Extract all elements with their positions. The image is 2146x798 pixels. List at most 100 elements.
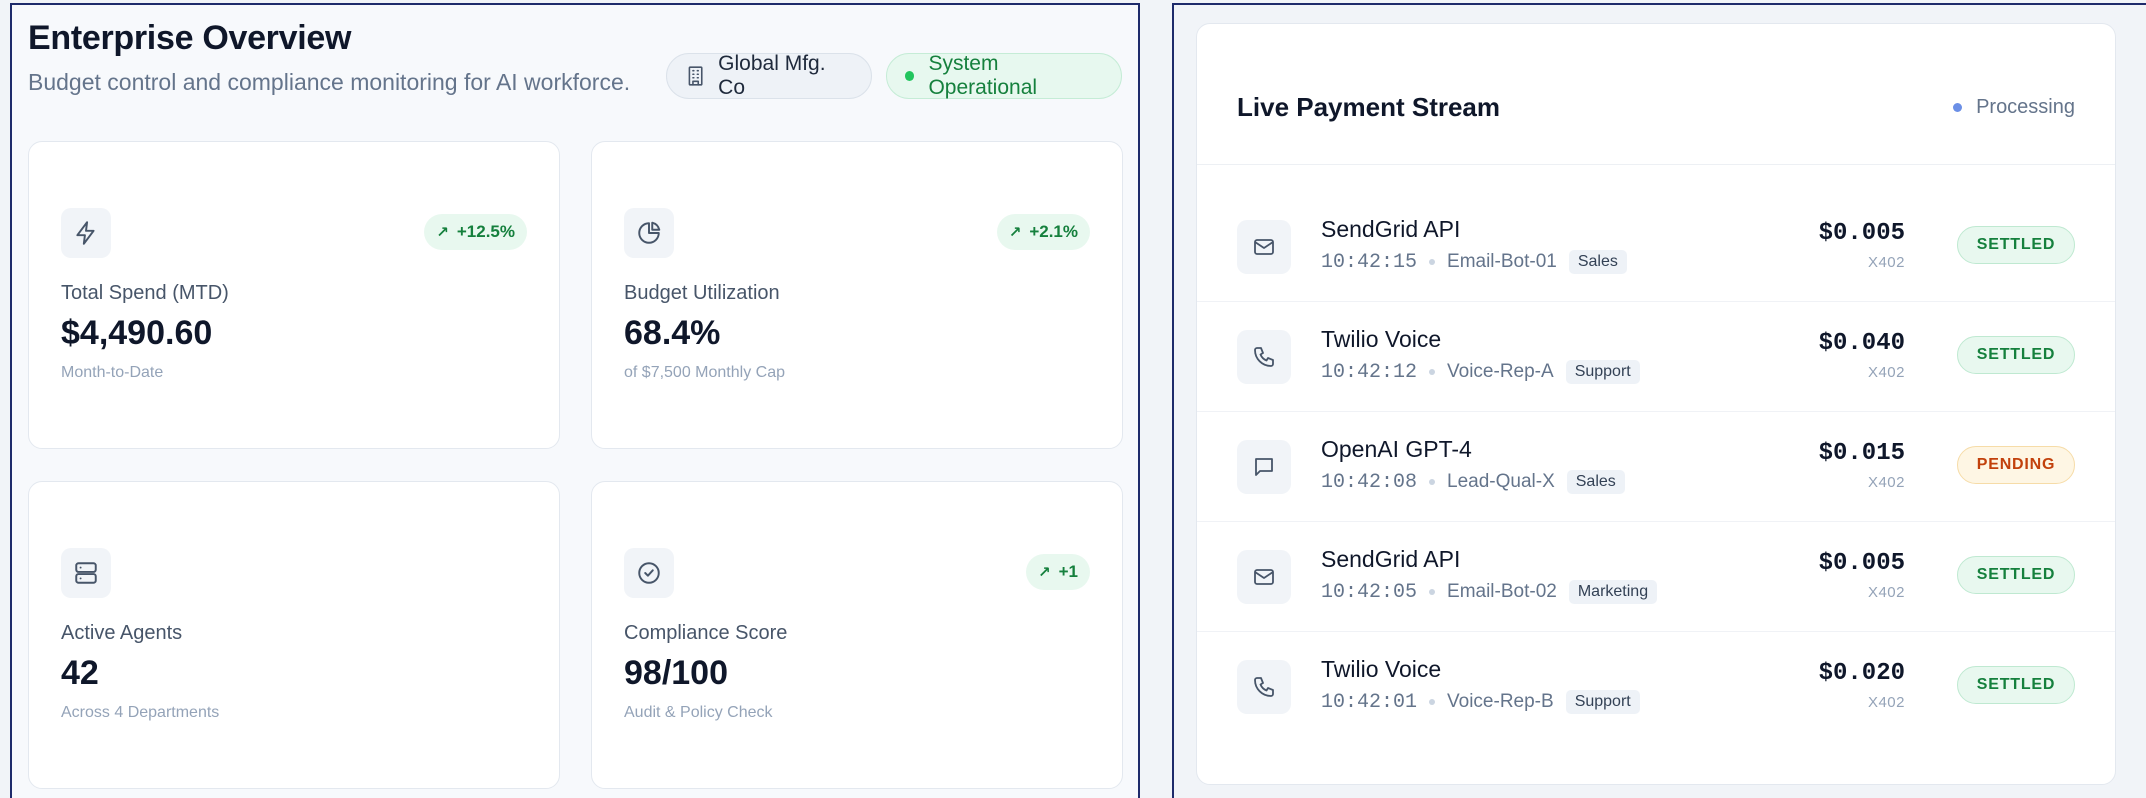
stream-title: Live Payment Stream [1237,92,1501,122]
payment-amount: $0.015 [1818,440,1905,467]
divider [1197,164,2115,165]
agent-name: Lead-Qual-X [1447,471,1555,492]
department-tag: Support [1565,690,1640,714]
department-tag: Marketing [1568,580,1658,604]
payment-meta: 10:42:05 Email-Bot-02 Marketing [1321,580,1658,604]
processing-dot-icon [1953,103,1963,112]
service-name: SendGrid API [1321,216,1461,242]
department-tag: Sales [1568,250,1627,274]
payment-row[interactable]: OpenAI GPT-4 10:42:08 Lead-Qual-X Sales … [1197,412,2115,522]
metric-label: Budget Utilization [624,282,780,304]
payment-row[interactable]: SendGrid API 10:42:05 Email-Bot-02 Marke… [1197,522,2115,632]
metric-value: 68.4% [624,314,721,352]
department-tag: Sales [1566,470,1625,494]
system-status-label: System Operational [928,52,1038,99]
payment-time: 10:42:05 [1321,580,1418,604]
mail-icon [1237,550,1291,604]
agent-name: Voice-Rep-A [1447,361,1554,382]
separator-dot [1429,589,1436,595]
organization-name: Global Mfg. Co [718,52,826,99]
metric-value: $4,490.60 [61,314,213,352]
metric-subtext: Across 4 Departments [61,704,220,721]
service-name: Twilio Voice [1321,656,1442,682]
payment-status-badge: SETTLED [1957,336,2075,374]
phone-icon [1237,660,1291,714]
payment-amount: $0.020 [1818,660,1905,687]
separator-dot [1429,369,1436,375]
payment-protocol: X402 [1867,254,1905,271]
payment-protocol: X402 [1867,694,1905,711]
metric-label: Active Agents [61,622,183,644]
payment-protocol: X402 [1867,474,1905,491]
system-status-badge: System Operational [886,52,1122,99]
trend-value: +12.5% [456,222,515,241]
payment-meta: 10:42:12 Voice-Rep-A Support [1321,360,1640,384]
metric-card-total-spend[interactable]: ↗ +12.5% Total Spend (MTD) $4,490.60 Mon… [28,141,560,449]
separator-dot [1429,699,1436,705]
payment-status-badge: SETTLED [1957,666,2075,704]
department-tag: Support [1565,360,1640,384]
lightning-icon [61,208,111,258]
metric-subtext: Audit & Policy Check [624,704,773,721]
page-subtitle: Budget control and compliance monitoring… [28,69,631,95]
payment-time: 10:42:12 [1321,360,1418,384]
payment-time: 10:42:01 [1321,690,1418,714]
phone-icon [1237,330,1291,384]
trend-value: +2.1% [1029,222,1078,241]
arrow-up-right-icon: ↗ [436,224,449,241]
processing-indicator: Processing [1953,96,2075,119]
organization-selector[interactable]: Global Mfg. Co [666,52,872,99]
payment-time: 10:42:15 [1321,250,1418,274]
building-icon [688,66,703,86]
metric-subtext: Month-to-Date [61,364,164,381]
payment-row[interactable]: Twilio Voice 10:42:12 Voice-Rep-A Suppor… [1197,302,2115,412]
page-title: Enterprise Overview [28,19,352,57]
app-root: Enterprise Overview Budget control and c… [0,0,2146,798]
metric-subtext: of $7,500 Monthly Cap [624,364,785,381]
arrow-up-right-icon: ↗ [1038,564,1051,581]
metric-label: Total Spend (MTD) [61,282,229,304]
payment-status-badge: SETTLED [1957,226,2075,264]
payment-amount: $0.040 [1818,330,1905,357]
trend-badge: ↗ +1 [1026,554,1090,590]
payment-meta: 10:42:01 Voice-Rep-B Support [1321,690,1640,714]
trend-badge: ↗ +12.5% [424,214,527,250]
payment-meta: 10:42:15 Email-Bot-01 Sales [1321,250,1627,274]
metric-label: Compliance Score [624,622,788,644]
payment-meta: 10:42:08 Lead-Qual-X Sales [1321,470,1625,494]
payment-stream-panel: Live Payment Stream Processing SendGrid … [1172,3,2146,798]
check-circle-icon [624,548,674,598]
payment-stream-card: Live Payment Stream Processing SendGrid … [1196,23,2116,785]
agent-name: Email-Bot-01 [1447,251,1557,272]
metric-card-active-agents[interactable]: Active Agents 42 Across 4 Departments [28,481,560,789]
service-name: SendGrid API [1321,546,1461,572]
service-name: Twilio Voice [1321,326,1442,352]
agent-name: Voice-Rep-B [1447,691,1554,712]
metric-card-budget-utilization[interactable]: ↗ +2.1% Budget Utilization 68.4% of $7,5… [591,141,1123,449]
server-icon [61,548,111,598]
status-dot-icon [905,71,915,81]
payment-status-badge: SETTLED [1957,556,2075,594]
metric-value: 98/100 [624,654,728,692]
processing-label: Processing [1976,96,2075,118]
agent-name: Email-Bot-02 [1447,581,1557,602]
payment-row[interactable]: Twilio Voice 10:42:01 Voice-Rep-B Suppor… [1197,632,2115,742]
pie-chart-icon [624,208,674,258]
trend-value: +1 [1058,562,1078,581]
chat-icon [1237,440,1291,494]
mail-icon [1237,220,1291,274]
payment-row[interactable]: SendGrid API 10:42:15 Email-Bot-01 Sales… [1197,192,2115,302]
payment-status-badge: PENDING [1957,446,2075,484]
payment-list: SendGrid API 10:42:15 Email-Bot-01 Sales… [1197,192,2115,742]
arrow-up-right-icon: ↗ [1008,224,1022,241]
service-name: OpenAI GPT-4 [1321,436,1472,462]
payment-protocol: X402 [1867,364,1905,381]
metric-value: 42 [61,654,99,692]
payment-protocol: X402 [1867,584,1905,601]
separator-dot [1429,259,1436,265]
separator-dot [1429,479,1436,485]
payment-amount: $0.005 [1818,550,1905,577]
payment-time: 10:42:08 [1321,470,1418,494]
trend-badge: ↗ +2.1% [996,214,1090,250]
metric-card-compliance-score[interactable]: ↗ +1 Compliance Score 98/100 Audit & Pol… [591,481,1123,789]
